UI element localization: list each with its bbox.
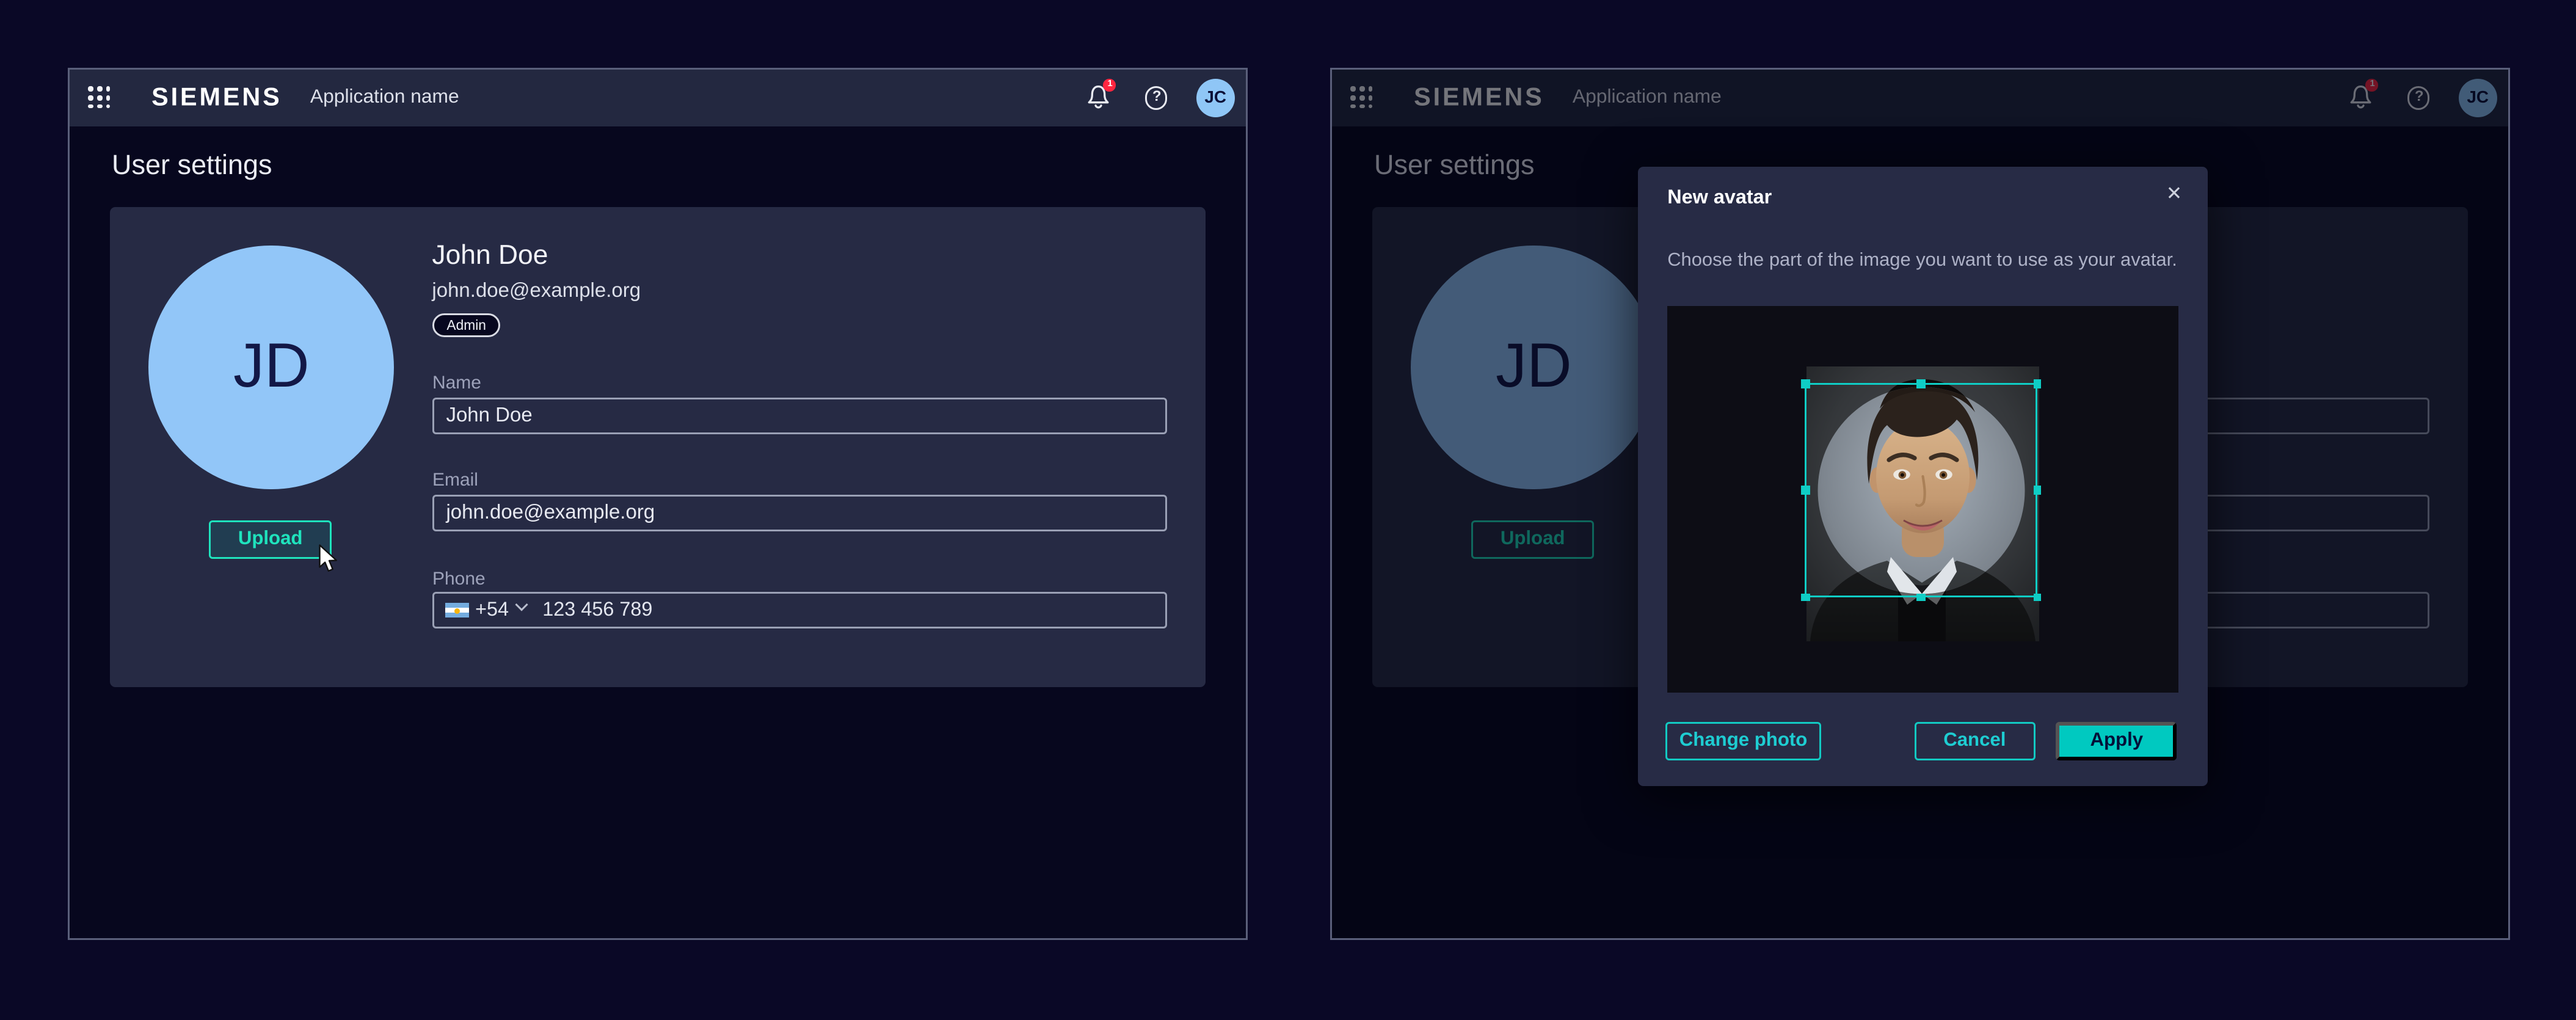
close-icon[interactable]: ✕	[2166, 184, 2182, 205]
name-label: Name	[432, 373, 481, 393]
email-input[interactable]	[432, 494, 1168, 531]
argentina-flag-icon	[446, 603, 468, 618]
email-label: Email	[432, 472, 478, 492]
crop-handle[interactable]	[2033, 593, 2042, 602]
chevron-down-icon[interactable]	[514, 599, 528, 613]
avatar-crop-area	[1667, 307, 2178, 692]
help-icon[interactable]: ?	[1146, 87, 1168, 109]
change-photo-button[interactable]: Change photo	[1666, 721, 1821, 760]
app-frame-right: SIEMENS Application name 1 ? JC User set…	[1331, 67, 2511, 939]
app-frame-left: SIEMENS Application name 1 ? JC User set…	[68, 67, 1248, 939]
crop-selection-rect[interactable]	[1805, 383, 2039, 599]
phone-input[interactable]: +54 123 456 789	[432, 592, 1168, 629]
siemens-logo: SIEMENS	[151, 84, 282, 112]
screenshot-canvas: SIEMENS Application name 1 ? JC User set…	[0, 0, 2576, 1020]
dial-code[interactable]: +54	[475, 599, 509, 621]
app-switcher-icon[interactable]	[89, 87, 111, 109]
name-input[interactable]	[432, 397, 1168, 434]
crop-handle[interactable]	[2033, 379, 2042, 388]
role-badge: Admin	[432, 314, 501, 337]
notification-badge: 1	[1104, 79, 1116, 92]
app-header: SIEMENS Application name 1 ? JC	[70, 69, 1246, 127]
crop-handle[interactable]	[1917, 593, 1926, 602]
new-avatar-modal: New avatar ✕ Choose the part of the imag…	[1638, 166, 2207, 787]
apply-button[interactable]: Apply	[2056, 721, 2177, 760]
modal-description: Choose the part of the image you want to…	[1667, 252, 2180, 274]
header-user-avatar[interactable]: JC	[1196, 79, 1235, 117]
page-title: User settings	[112, 151, 272, 182]
upload-button[interactable]: Upload	[209, 520, 332, 558]
cancel-button[interactable]: Cancel	[1914, 721, 2036, 760]
crop-handle[interactable]	[2033, 486, 2042, 495]
application-name: Application name	[310, 87, 459, 109]
phone-label: Phone	[432, 569, 486, 589]
crop-handle[interactable]	[1917, 379, 1926, 388]
crop-handle[interactable]	[1801, 486, 1810, 495]
crop-handle[interactable]	[1801, 379, 1810, 388]
crop-handle[interactable]	[1801, 593, 1810, 602]
phone-number: 123 456 789	[542, 599, 652, 621]
modal-title: New avatar	[1667, 188, 1772, 209]
profile-email: john.doe@example.org	[432, 281, 641, 303]
user-settings-card: JD Upload John Doe john.doe@example.org …	[109, 208, 1206, 687]
profile-avatar: JD	[149, 245, 394, 490]
profile-name: John Doe	[432, 242, 548, 272]
